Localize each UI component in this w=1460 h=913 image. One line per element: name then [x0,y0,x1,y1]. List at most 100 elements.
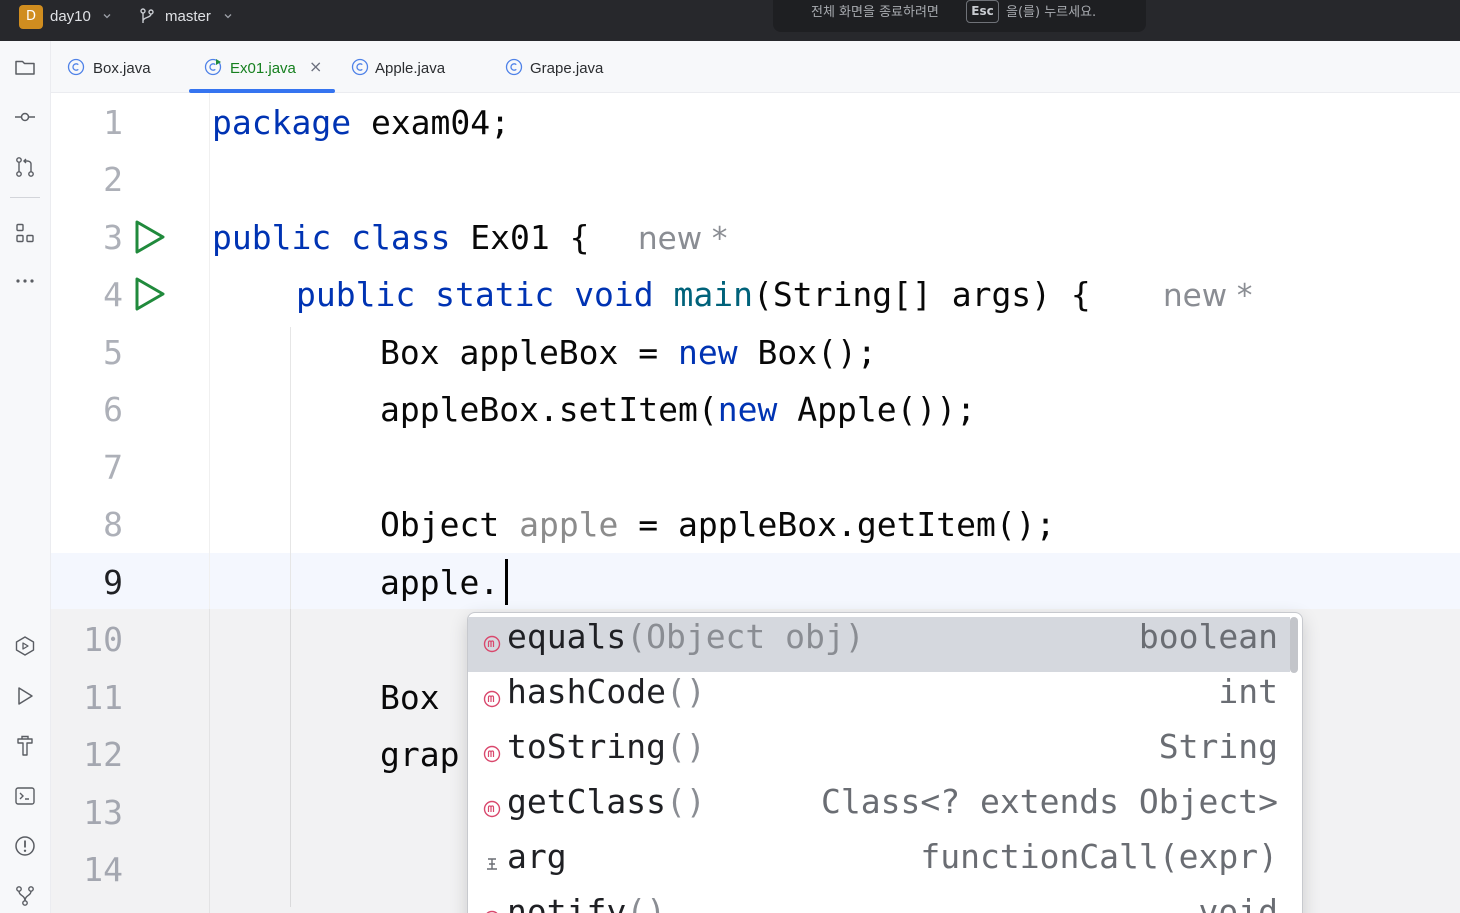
completion-item-label: toString() [507,727,706,782]
completion-item-label: arg [507,837,567,892]
completion-item-label: getClass() [507,782,706,837]
java-class-icon [505,58,523,76]
keyword: new [678,333,738,372]
completion-item-getclass[interactable]: getClass() Class<? extends Object> [468,782,1290,837]
run-main-icon[interactable] [133,276,167,312]
code-text: Box appleBox = [380,333,679,372]
completion-item-hashcode[interactable]: hashCode() int [468,672,1290,727]
completion-return-type: int [1218,672,1278,711]
fullscreen-exit-hint: 전체 화면을 종료하려면 Esc 을(를) 누르세요. [773,0,1146,32]
branch-name[interactable]: master [165,8,211,25]
code-line-4: public static void main(String[] args) { [296,267,1091,323]
terminal-icon[interactable] [11,782,39,810]
completion-item-tostring[interactable]: toString() String [468,727,1290,782]
code-line-3: public class Ex01 { [212,210,590,266]
completion-return-type: boolean [1138,617,1278,656]
completion-method-name: toString [507,727,666,766]
toolstrip-divider [10,197,40,198]
structure-icon[interactable] [11,219,39,247]
completion-item-arg[interactable]: arg functionCall(expr) [468,837,1290,892]
keyword: static [435,275,555,314]
popup-scrollbar[interactable] [1290,617,1298,673]
code-line-9: apple. [380,555,499,611]
keyword: void [574,275,654,314]
completion-return-type: functionCall(expr) [920,837,1278,876]
completion-item-notify[interactable]: notify() void [468,892,1290,913]
inlay-author-hint[interactable]: new * [1163,267,1252,323]
esc-key-badge: Esc [966,0,999,23]
unused-variable: apple [519,505,619,544]
project-badge[interactable]: D [19,5,43,29]
keyword: public [296,275,416,314]
completion-item-equals[interactable]: equals(Object obj) boolean [468,617,1290,672]
tab-ex01-java[interactable]: Ex01.java × [189,41,335,93]
chevron-down-icon[interactable] [224,12,232,20]
code-line-6: appleBox.setItem(new Apple()); [380,382,976,438]
problems-icon[interactable] [11,832,39,860]
text-cursor [505,559,508,605]
code-text: Ex01 { [450,218,590,257]
line-number: 5 [103,333,123,372]
fullscreen-hint-text: 전체 화면을 종료하려면 [811,5,939,20]
code-text: (String[] args) { [753,275,1091,314]
tab-label: Apple.java [375,60,446,77]
tool-window-strip [0,41,51,913]
close-icon[interactable]: × [309,57,322,76]
run-class-icon[interactable] [133,219,167,255]
run-icon[interactable] [11,682,39,710]
java-class-icon [67,58,85,76]
method-name: main [673,275,754,314]
git-icon[interactable] [11,882,39,910]
tab-box-java[interactable]: Box.java [65,41,185,93]
fullscreen-hint-suffix: 을(를) 누르세요. [1006,5,1097,20]
completion-item-label: hashCode() [507,672,706,727]
title-bar: D day10 master 전체 화면을 종료하려면 Esc 을(를) 누르세… [0,0,1460,41]
services-icon[interactable] [11,632,39,660]
completion-return-type: void [1198,892,1278,913]
completion-params: () [665,727,706,766]
keyword: public [212,218,332,257]
line-number: 4 [103,275,123,314]
tab-apple-java[interactable]: Apple.java [349,41,479,93]
code-text: apple. [380,563,500,602]
line-number: 6 [103,390,123,429]
current-line-highlight [51,553,1460,609]
line-number: 1 [103,103,123,142]
tab-grape-java[interactable]: Grape.java [504,41,634,93]
completion-return-type: String [1158,727,1278,766]
method-icon [483,745,501,763]
code-text: exam04; [351,103,511,142]
code-text: Apple()); [777,390,977,429]
method-icon [483,635,501,653]
branch-icon [140,8,154,23]
tab-label: Box.java [93,60,151,77]
method-icon [483,800,501,818]
completion-item-label: notify() [507,892,666,913]
line-number: 3 [103,218,123,257]
method-icon [483,690,501,708]
completion-item-label: equals(Object obj) [507,617,865,672]
project-name[interactable]: day10 [50,8,91,25]
folder-icon[interactable] [11,53,39,81]
code-text: = appleBox.getItem(); [618,505,1056,544]
code-completion-popup[interactable]: equals(Object obj) boolean hashCode() in… [467,612,1303,913]
inlay-author-hint[interactable]: new * [638,210,727,266]
line-number: 8 [103,505,123,544]
completion-method-name: notify [507,892,627,913]
code-text: Object [380,505,520,544]
more-icon[interactable] [11,267,39,295]
build-icon[interactable] [11,732,39,760]
commit-icon[interactable] [11,103,39,131]
code-line-1: package exam04; [212,95,510,151]
completion-method-name: arg [507,837,567,876]
line-number: 7 [103,448,123,487]
completion-params: () [665,782,706,821]
chevron-down-icon[interactable] [103,12,111,20]
completion-params: () [626,892,666,913]
pull-request-icon[interactable] [11,153,39,181]
line-number-current: 9 [103,563,123,602]
editor-tab-bar: Box.java Ex01.java × Apple.java Grape.ja… [51,41,1460,93]
line-number: 2 [103,160,123,199]
completion-method-name: getClass [507,782,666,821]
keyword: package [212,103,352,142]
